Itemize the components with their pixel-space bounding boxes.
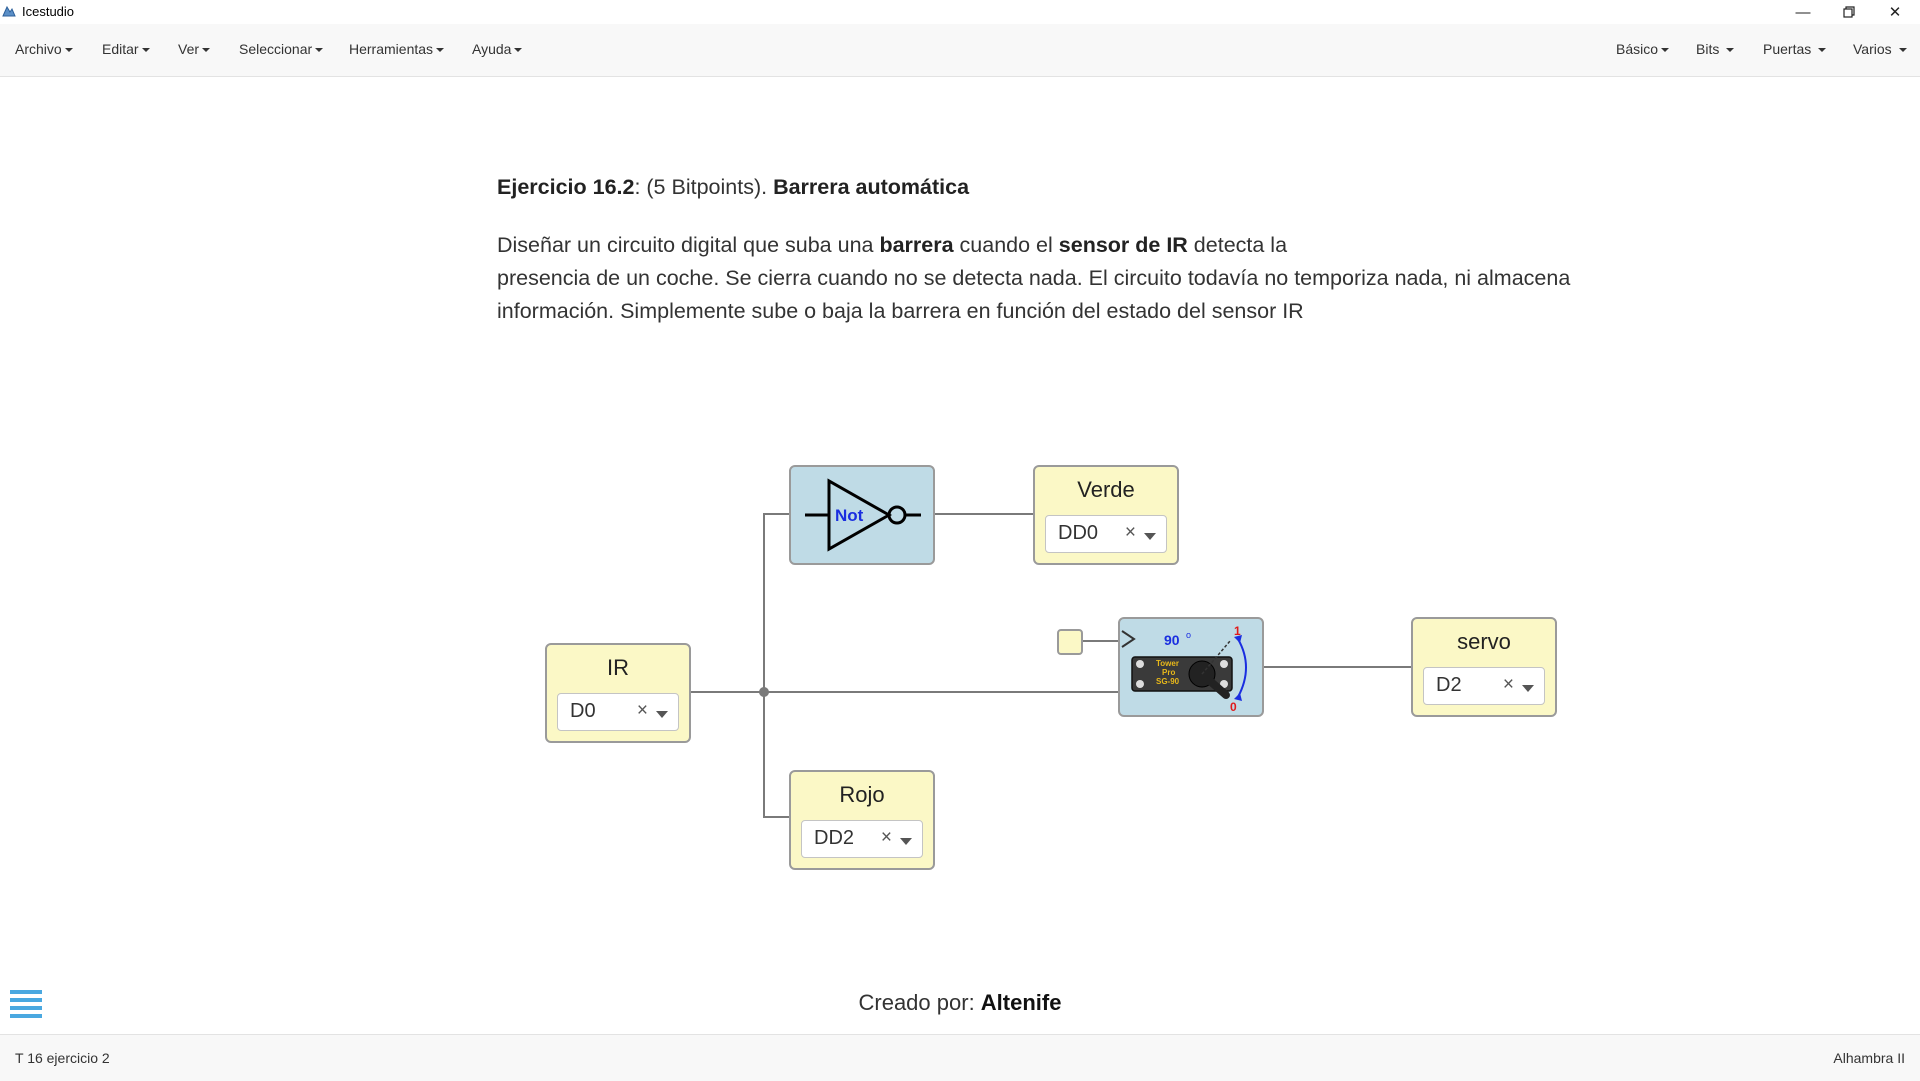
wire-not-to-verde[interactable] bbox=[934, 513, 1034, 515]
dropdown-arrow-icon[interactable] bbox=[900, 838, 912, 845]
pin-select-rojo[interactable]: DD2 × bbox=[801, 820, 923, 858]
pin-value: DD2 bbox=[814, 827, 855, 849]
wire-to-rojo[interactable] bbox=[763, 816, 790, 818]
output-block-servo[interactable]: servo D2 × bbox=[1411, 617, 1557, 717]
servo-angle: 90 bbox=[1164, 632, 1180, 648]
servo-brand-line-2: Pro bbox=[1162, 668, 1175, 677]
wire-ir-to-servo[interactable] bbox=[689, 691, 1119, 693]
hamburger-menu-icon bbox=[10, 1006, 42, 1010]
servo-brand-line-3: SG-90 bbox=[1156, 677, 1180, 686]
circuit-canvas[interactable]: IR D0 × Not Verde DD0 × Rojo DD2 × 90 o … bbox=[0, 0, 1920, 1080]
block-label: Verde bbox=[1077, 477, 1135, 502]
clear-icon[interactable]: × bbox=[1125, 522, 1136, 544]
credit-author: Altenife bbox=[980, 990, 1062, 1015]
not-label: Not bbox=[835, 506, 864, 525]
block-label: servo bbox=[1457, 629, 1511, 654]
wire-junction bbox=[759, 687, 769, 697]
dropdown-arrow-icon[interactable] bbox=[656, 711, 668, 718]
credit-line: Creado por: Altenife bbox=[0, 990, 1920, 1016]
dropdown-arrow-icon[interactable] bbox=[1144, 533, 1156, 540]
servo-brand-line-1: Tower bbox=[1156, 659, 1179, 668]
servo-module-block[interactable]: 90 o 1 0 Tower Pro SG-90 bbox=[1118, 617, 1264, 717]
pin-value: DD0 bbox=[1058, 522, 1099, 544]
input-block-ir[interactable]: IR D0 × bbox=[545, 643, 691, 743]
hamburger-menu-icon bbox=[10, 1014, 42, 1018]
degree-mark: o bbox=[1186, 630, 1191, 640]
clear-icon[interactable]: × bbox=[1503, 674, 1514, 696]
board-name[interactable]: Alhambra II bbox=[1833, 1050, 1905, 1066]
hamburger-menu-button[interactable] bbox=[10, 990, 42, 1020]
clear-icon[interactable]: × bbox=[881, 827, 892, 849]
not-gate-block[interactable]: Not bbox=[789, 465, 935, 565]
pin-value: D2 bbox=[1436, 674, 1462, 696]
credit-prefix: Creado por: bbox=[858, 990, 981, 1015]
wire-const-to-servo[interactable] bbox=[1082, 640, 1120, 642]
pin-value: D0 bbox=[570, 700, 596, 722]
project-name: T 16 ejercicio 2 bbox=[15, 1050, 110, 1066]
dropdown-arrow-icon[interactable] bbox=[1522, 685, 1534, 692]
output-block-rojo[interactable]: Rojo DD2 × bbox=[789, 770, 935, 870]
servo-bottom-value: 0 bbox=[1230, 700, 1237, 714]
hamburger-menu-icon bbox=[10, 990, 42, 994]
status-bar: T 16 ejercicio 2 Alhambra II bbox=[0, 1034, 1920, 1081]
constant-input-block[interactable] bbox=[1057, 629, 1083, 655]
hamburger-menu-icon bbox=[10, 998, 42, 1002]
pin-select-verde[interactable]: DD0 × bbox=[1045, 515, 1167, 553]
clear-icon[interactable]: × bbox=[637, 700, 648, 722]
wire-servo-to-output[interactable] bbox=[1262, 666, 1412, 668]
not-gate-icon: Not bbox=[805, 478, 921, 552]
output-block-verde[interactable]: Verde DD0 × bbox=[1033, 465, 1179, 565]
pin-select-servo[interactable]: D2 × bbox=[1423, 667, 1545, 705]
wire-vertical-branch[interactable] bbox=[763, 513, 765, 818]
servo-motor-icon: 90 o 1 0 Tower Pro SG-90 bbox=[1121, 624, 1247, 714]
wire-to-not[interactable] bbox=[763, 513, 790, 515]
servo-top-value: 1 bbox=[1234, 624, 1241, 638]
block-label: Rojo bbox=[839, 782, 885, 807]
pin-select-ir[interactable]: D0 × bbox=[557, 693, 679, 731]
block-label: IR bbox=[607, 655, 629, 680]
